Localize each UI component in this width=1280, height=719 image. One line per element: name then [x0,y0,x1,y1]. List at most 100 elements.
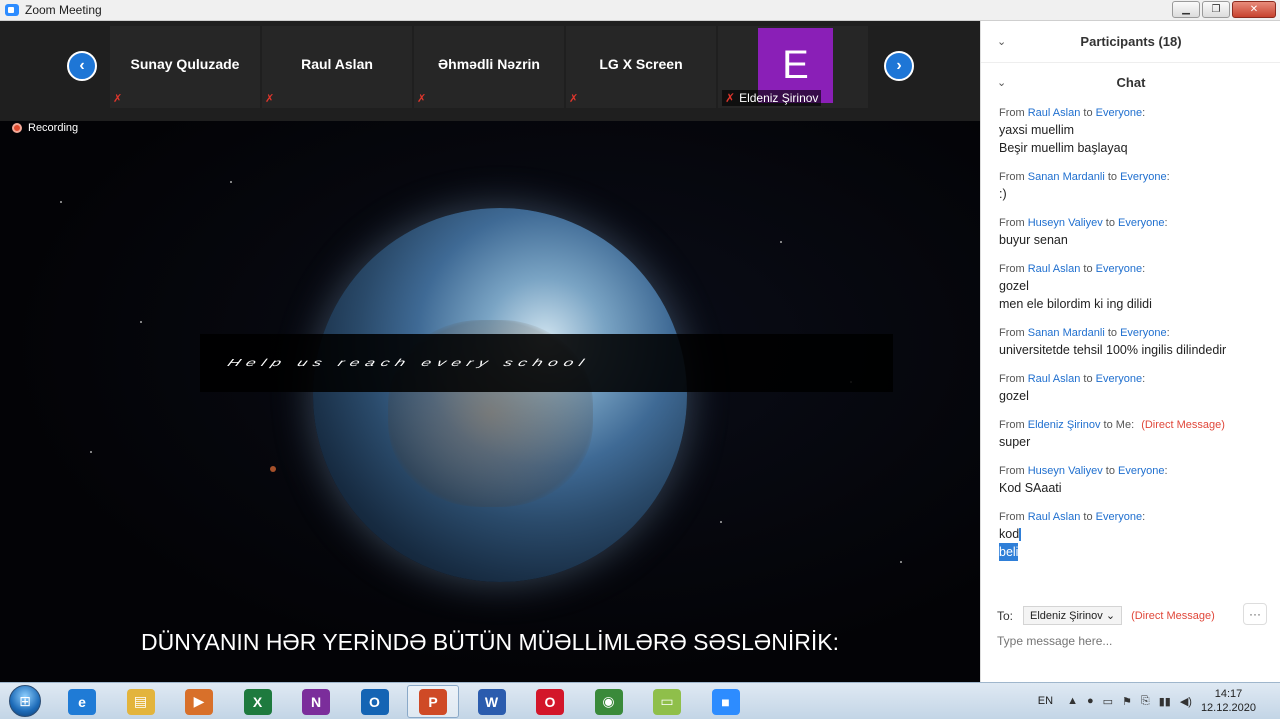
recipient-name: Everyone [1095,107,1143,119]
sender-name[interactable]: Sanan Mardanli [1028,171,1105,183]
taskbar-zoom-button[interactable]: ■ [700,685,752,718]
message-meta: From Huseyn Valiyev to Everyone: [999,217,1168,229]
window-controls: ▁ ❐ ✕ [1172,1,1276,18]
clock-time: 14:17 [1214,688,1243,700]
recipient-name: Me [1115,419,1132,431]
taskbar-excel-button[interactable]: X [232,685,284,718]
message-text-selected: beli [999,543,1019,561]
to-label: To: [997,608,1014,623]
recording-label: Recording [28,122,79,134]
taskbar: ⊞ e ▤ ▶ X N O P W O ◉ ▭ ■ EN ▲ ● ▭ ⚑ ⎘ ▮▮ ◀) 14:17 … [0,682,1280,719]
network-signal-icon[interactable]: ▮▮ [1159,695,1171,708]
chat-title: Chat [1116,75,1146,90]
chat-message: From Raul Aslan to Everyone: yaxsi muell… [999,105,1269,157]
video-banner: Help us reach every school [200,334,893,392]
show-hidden-icons-icon[interactable]: ▲ [1067,695,1078,707]
sender-name[interactable]: Huseyn Valiyev [1028,217,1103,229]
maximize-button[interactable]: ❐ [1202,1,1230,18]
language-indicator[interactable]: EN [1038,695,1053,707]
more-options-button[interactable]: ··· [1243,603,1267,625]
recipient-name: Everyone [1095,511,1143,523]
participant-name: Əhmədli Nəzrin [438,56,540,72]
message-meta: From Eldeniz Şirinov to Me: (Direct Mess… [999,419,1225,431]
star [720,521,722,523]
chevron-down-icon[interactable]: ⌄ [997,76,1006,89]
message-meta: From Sanan Mardanli to Everyone: [999,327,1170,339]
clock[interactable]: 14:17 12.12.2020 [1201,687,1256,715]
participant-tile[interactable]: LG X Screen ✗ [566,26,716,108]
video-area: Help us reach every school DÜNYANIN HƏR … [0,21,980,682]
prev-page-button[interactable]: ‹ [67,51,97,81]
windows-logo-icon: ⊞ [9,685,41,717]
participant-strip: ‹ Sunay Quluzade ✗ Raul Aslan ✗ Əhmədli … [0,21,980,121]
star [230,181,232,183]
clipboard-tray-icon[interactable]: ⎘ [1141,695,1150,708]
muted-mic-icon: ✗ [417,93,427,105]
star [780,241,782,243]
zoom-tray-icon[interactable]: ● [1087,695,1094,707]
volume-icon[interactable]: ◀) [1180,695,1192,708]
taskbar-explorer-button[interactable]: ▤ [115,685,167,718]
opera-icon: O [536,688,564,715]
sender-name[interactable]: Raul Aslan [1028,263,1081,275]
participants-header[interactable]: ⌄ Participants (18) [981,21,1280,61]
action-center-flag-icon[interactable]: ⚑ [1122,695,1132,708]
chat-message: From Sanan Mardanli to Everyone: univers… [999,325,1269,359]
muted-mic-icon: ✗ [569,93,579,105]
system-tray: EN ▲ ● ▭ ⚑ ⎘ ▮▮ ◀) 14:17 12.12.2020 [1038,683,1280,719]
star [270,466,276,472]
message-text: gozel [999,279,1029,293]
taskbar-word-button[interactable]: W [466,685,518,718]
recipient-name: Everyone [1120,327,1167,339]
message-text: yaxsi muellim [999,123,1075,137]
active-participant-name: Eldeniz Şirinov [739,91,819,105]
chat-message: From Huseyn Valiyev to Everyone: buyur s… [999,215,1269,249]
chat-message: From Sanan Mardanli to Everyone: :) [999,169,1269,203]
chat-log: From Raul Aslan to Everyone: yaxsi muell… [999,105,1269,573]
message-meta: From Raul Aslan to Everyone: [999,107,1146,119]
taskbar-powerpoint-button[interactable]: P [407,685,459,718]
sender-name[interactable]: Eldeniz Şirinov [1028,419,1101,431]
message-text: gozel [999,389,1029,403]
taskbar-chrome-button[interactable]: ◉ [583,685,635,718]
participant-tile[interactable]: Raul Aslan ✗ [262,26,412,108]
taskbar-sticky-notes-button[interactable]: ▭ [641,685,693,718]
message-text: Kod SAaati [999,481,1062,495]
minimize-button[interactable]: ▁ [1172,1,1200,18]
active-participant-label: ✗ Eldeniz Şirinov [722,90,822,106]
sender-name[interactable]: Sanan Mardanli [1028,327,1105,339]
sender-name[interactable]: Raul Aslan [1028,107,1081,119]
chat-header[interactable]: ⌄ Chat [981,62,1280,102]
next-page-button[interactable]: › [884,51,914,81]
recipient-select[interactable]: Eldeniz Şirinov ⌄ [1023,606,1123,625]
side-panel: ⌄ Participants (18) ⌄ Chat From Raul Asl… [980,21,1280,682]
word-icon: W [477,688,506,715]
message-text: super [999,435,1031,449]
taskbar-onenote-button[interactable]: N [290,685,342,718]
shared-screen: Help us reach every school DÜNYANIN HƏR … [0,121,980,682]
window-title: Zoom Meeting [25,3,102,17]
message-text: universitetde tehsil 100% ingilis dilind… [999,343,1227,357]
direct-message-tag: (Direct Message) [1141,419,1225,431]
chat-message-input[interactable] [997,634,1267,648]
participant-tile[interactable]: Əhmədli Nəzrin ✗ [414,26,564,108]
message-text: men ele bilordim ki ing dilidi [999,297,1152,311]
record-icon [12,123,22,133]
message-meta: From Raul Aslan to Everyone: [999,373,1146,385]
sender-name[interactable]: Huseyn Valiyev [1028,465,1103,477]
close-button[interactable]: ✕ [1232,1,1276,18]
ie-icon: e [68,688,96,715]
taskbar-outlook-button[interactable]: O [349,685,401,718]
taskbar-opera-button[interactable]: O [524,685,576,718]
recipient-row: To: Eldeniz Şirinov ⌄ (Direct Message) [997,606,1215,625]
start-button[interactable]: ⊞ [4,683,46,719]
taskbar-media-button[interactable]: ▶ [173,685,225,718]
device-tray-icon[interactable]: ▭ [1103,695,1113,708]
participant-tile[interactable]: Sunay Quluzade ✗ [110,26,260,108]
sender-name[interactable]: Raul Aslan [1028,511,1081,523]
message-text-part: kod [999,527,1020,541]
sender-name[interactable]: Raul Aslan [1028,373,1081,385]
chevron-down-icon[interactable]: ⌄ [997,35,1006,48]
taskbar-ie-button[interactable]: e [56,685,108,718]
message-text: :) [999,187,1007,201]
